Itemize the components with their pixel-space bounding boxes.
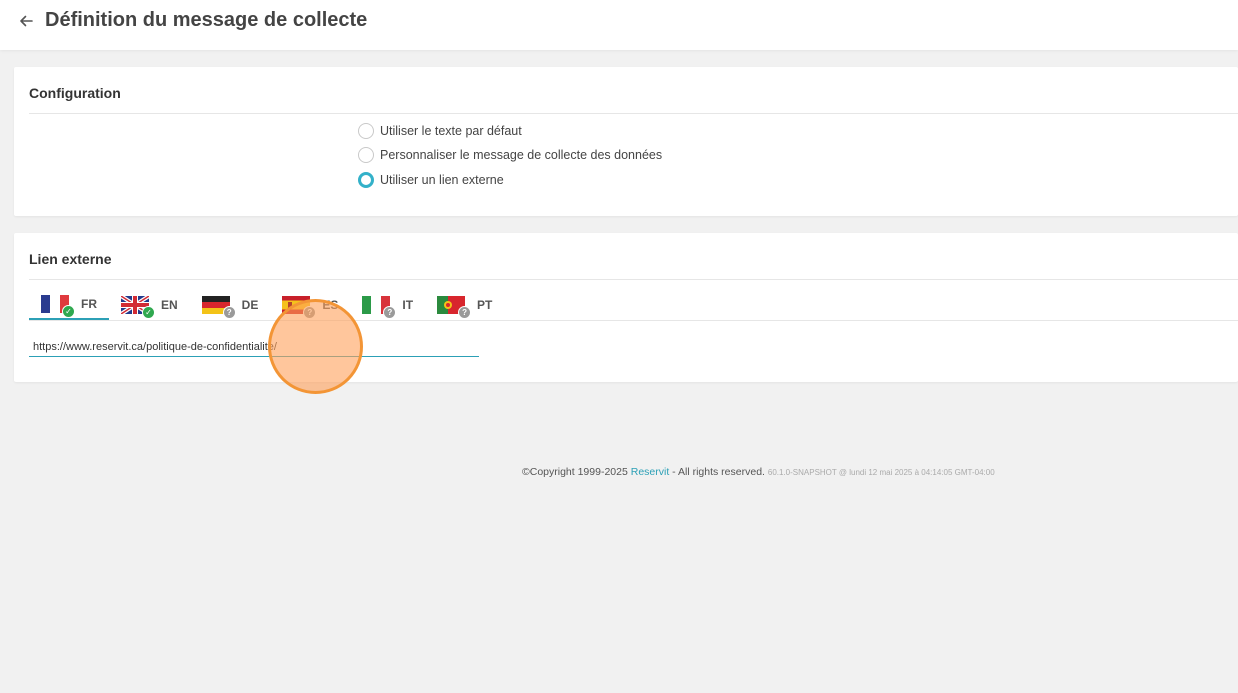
question-icon: ? bbox=[222, 305, 236, 319]
tab-it[interactable]: ? IT bbox=[350, 289, 425, 320]
version-text: 60.1.0-SNAPSHOT @ lundi 12 mai 2025 à 04… bbox=[767, 468, 995, 477]
external-link-card: Lien externe ✓ FR ✓ EN ? DE ? ES ? IT ? … bbox=[14, 233, 1238, 382]
radio-button[interactable] bbox=[358, 123, 374, 139]
tab-fr[interactable]: ✓ FR bbox=[29, 289, 109, 320]
configuration-card: Configuration Utiliser le texte par défa… bbox=[14, 67, 1238, 216]
tab-en[interactable]: ✓ EN bbox=[109, 289, 190, 320]
tab-label: DE bbox=[241, 297, 259, 312]
radio-label: Personnaliser le message de collecte des… bbox=[380, 148, 663, 162]
configuration-title: Configuration bbox=[29, 85, 121, 101]
check-icon: ✓ bbox=[62, 304, 75, 318]
radio-option-custom-message[interactable]: Personnaliser le message de collecte des… bbox=[358, 147, 662, 163]
footer: ©Copyright 1999-2025 Reservit - All righ… bbox=[522, 466, 995, 478]
brand-link[interactable]: Reservit bbox=[631, 466, 670, 478]
back-button[interactable] bbox=[14, 9, 38, 33]
tab-pt[interactable]: ? PT bbox=[425, 289, 504, 320]
radio-option-external-link[interactable]: Utiliser un lien externe bbox=[358, 172, 504, 188]
tab-label: PT bbox=[477, 297, 493, 312]
question-icon: ? bbox=[458, 305, 472, 319]
tab-label: EN bbox=[161, 297, 178, 312]
divider bbox=[29, 320, 1238, 321]
top-bar: Définition du message de collecte bbox=[0, 0, 1238, 50]
question-icon: ? bbox=[383, 305, 397, 319]
copyright-text: ©Copyright 1999-2025 bbox=[522, 466, 631, 478]
tab-label: ES bbox=[322, 297, 339, 312]
page-title: Définition du message de collecte bbox=[45, 9, 368, 31]
external-url-input[interactable] bbox=[29, 337, 479, 357]
divider bbox=[29, 113, 1238, 114]
tab-label: FR bbox=[81, 296, 97, 311]
language-tabs: ✓ FR ✓ EN ? DE ? ES ? IT ? PT bbox=[29, 289, 504, 320]
tab-es[interactable]: ? ES bbox=[270, 289, 350, 320]
radio-button-checked[interactable] bbox=[358, 172, 374, 188]
radio-label: Utiliser le texte par défaut bbox=[380, 124, 522, 138]
radio-label: Utiliser un lien externe bbox=[380, 173, 504, 187]
radio-button[interactable] bbox=[358, 147, 374, 163]
question-icon: ? bbox=[303, 305, 317, 319]
tab-label: IT bbox=[402, 297, 414, 312]
radio-option-default-text[interactable]: Utiliser le texte par défaut bbox=[358, 123, 522, 139]
external-link-title: Lien externe bbox=[29, 251, 112, 267]
check-icon: ✓ bbox=[142, 305, 155, 319]
rights-text: - All rights reserved. bbox=[669, 466, 768, 478]
tab-de[interactable]: ? DE bbox=[190, 289, 271, 320]
divider bbox=[29, 279, 1238, 280]
arrow-left-icon bbox=[20, 15, 33, 27]
